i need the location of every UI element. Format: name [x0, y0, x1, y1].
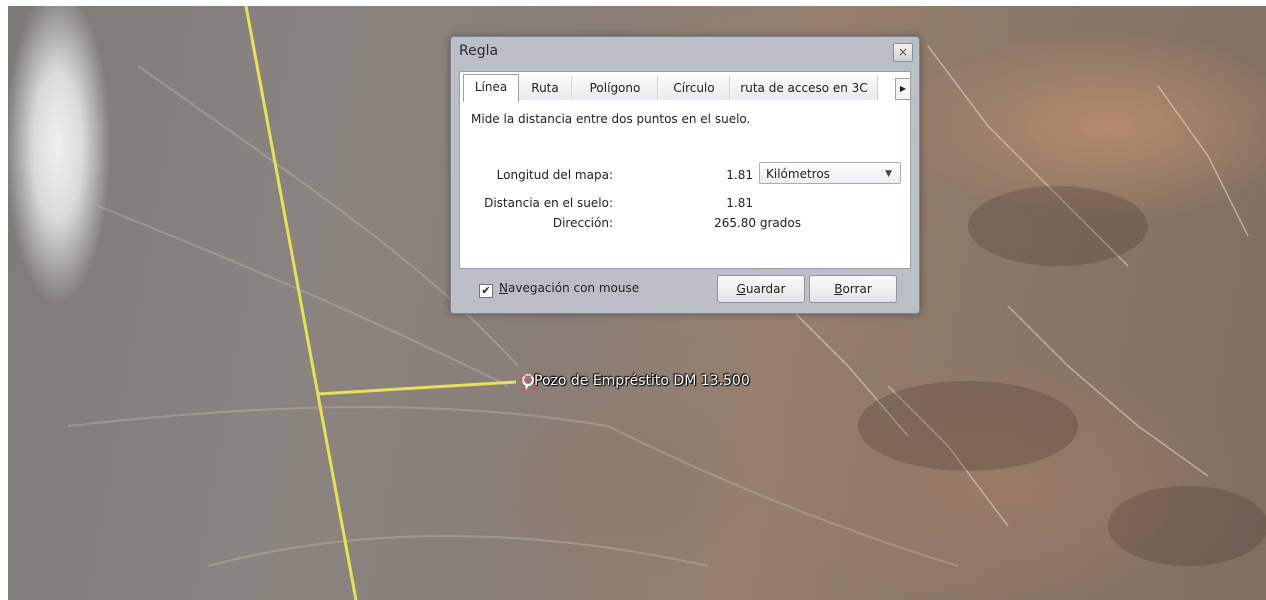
tab-polygon[interactable]: Polígono [573, 76, 658, 100]
clear-label: orrar [842, 282, 872, 296]
close-button[interactable]: × [893, 43, 913, 62]
clear-button[interactable]: Borrar [809, 275, 897, 303]
tab-description: Mide la distancia entre dos puntos en el… [471, 112, 751, 126]
tab-circle[interactable]: Círculo [659, 76, 730, 100]
unit-select[interactable]: Kilómetros ▼ [759, 162, 901, 184]
direction-label: Dirección: [552, 216, 613, 230]
mouse-navigation-label: avegación con mouse [507, 281, 640, 295]
ground-distance-label: Distancia en el suelo: [484, 196, 613, 210]
tab-3d-path[interactable]: ruta de acceso en 3C [731, 76, 878, 100]
tab-route[interactable]: Ruta [519, 76, 572, 100]
tab-bar: Línea Ruta Polígono Círculo ruta de acce… [459, 74, 911, 102]
checkbox-check-icon[interactable]: ✔ [479, 284, 493, 298]
save-accesskey: G [736, 282, 746, 296]
mouse-navigation-checkbox[interactable]: ✔ Navegación con mouse [479, 281, 639, 298]
ruler-measure-line [317, 380, 517, 396]
tab-scroll-right-icon[interactable]: ▶ [895, 78, 911, 100]
ground-distance-value: 1.81 [726, 196, 753, 210]
direction-value: 265.80 grados [714, 216, 801, 230]
unit-select-value: Kilómetros [766, 167, 830, 181]
save-button[interactable]: Guardar [717, 275, 805, 303]
map-length-value: 1.81 [726, 168, 753, 182]
mouse-navigation-accesskey: N [499, 281, 508, 295]
road-line [244, 6, 358, 600]
map-length-label: Longitud del mapa: [496, 168, 613, 182]
save-label: uardar [745, 282, 786, 296]
tab-line[interactable]: Línea [463, 74, 519, 102]
chevron-down-icon: ▼ [885, 169, 892, 179]
dialog-title: Regla [459, 43, 499, 59]
line-tab-content: Mide la distancia entre dos puntos en el… [459, 102, 909, 267]
ruler-dialog: Regla × Línea Ruta Polígono Círculo ruta… [450, 36, 920, 314]
placemark-label[interactable]: Pozo de Empréstito DM 13.500 [534, 373, 750, 389]
